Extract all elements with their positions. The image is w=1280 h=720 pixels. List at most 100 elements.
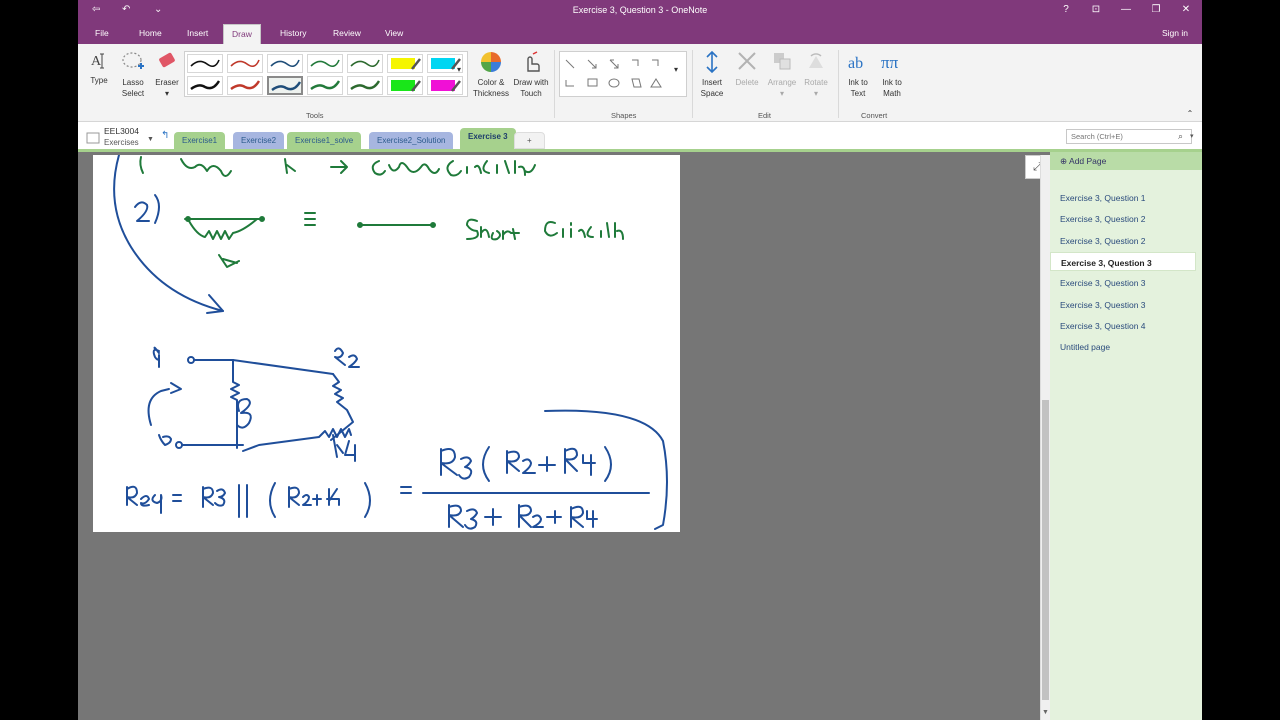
tab-review[interactable]: Review	[333, 28, 361, 38]
section-tab-exercise2-solution[interactable]: Exercise2_Solution	[369, 132, 454, 149]
elbow-arrow-shape-icon[interactable]	[652, 59, 659, 66]
page-list-pane: ⊕ Add Page Exercise 3, Question 1 Exerci…	[1050, 152, 1202, 720]
pen-stroke-icon	[391, 80, 421, 92]
color-palette-icon	[481, 52, 501, 72]
ribbon-display-options-button[interactable]: ⊡	[1086, 4, 1106, 15]
pen-swatch[interactable]	[267, 54, 303, 73]
tab-home[interactable]: Home	[139, 28, 162, 38]
rotate-icon	[809, 53, 823, 68]
page-item[interactable]: Exercise 3, Question 3	[1050, 273, 1196, 292]
page-item[interactable]: Untitled page	[1050, 337, 1196, 356]
add-page-button[interactable]: ⊕ Add Page	[1050, 152, 1202, 170]
ribbon-tab-row: File Home Insert Draw History Review Vie…	[78, 24, 1202, 44]
insert-space-button[interactable]: Insert Space	[696, 50, 728, 99]
pen-swatch[interactable]	[187, 76, 223, 95]
touch-hand-icon	[527, 51, 540, 72]
page-item[interactable]: Exercise 3, Question 2	[1050, 231, 1196, 250]
section-tab-exercise1[interactable]: Exercise1	[174, 132, 226, 149]
notebook-icon[interactable]	[86, 132, 100, 144]
help-button[interactable]: ?	[1056, 4, 1076, 15]
ink-line-open-circuit	[139, 156, 536, 177]
sign-in-link[interactable]: Sign in	[1162, 28, 1188, 38]
color-thickness-button[interactable]: Color & Thickness	[472, 50, 510, 99]
close-button[interactable]: ✕	[1176, 4, 1196, 15]
pen-swatch[interactable]	[227, 54, 263, 73]
pen-stroke-icon	[350, 59, 380, 68]
tab-insert[interactable]: Insert	[187, 28, 208, 38]
notebook-dropdown-icon[interactable]: ▼	[147, 136, 154, 143]
parallelogram-shape-icon[interactable]	[631, 78, 642, 88]
ink-label-2	[134, 194, 160, 224]
onenote-window: ⇦ ↶ ⌄ Exercise 3, Question 3 - OneNote ?…	[78, 0, 1202, 720]
pen-swatch[interactable]	[347, 76, 383, 95]
search-input[interactable]	[1066, 129, 1192, 144]
rectangle-shape-icon[interactable]	[587, 78, 598, 87]
elbow-shape-icon[interactable]	[632, 59, 639, 66]
tab-history[interactable]: History	[280, 28, 306, 38]
pen-swatch[interactable]	[387, 76, 423, 95]
line-shape-icon[interactable]	[565, 59, 575, 69]
ink-to-math-button[interactable]: ππ Ink to Math	[876, 50, 908, 99]
delete-button[interactable]: Delete	[730, 50, 764, 88]
ellipse-shape-icon[interactable]	[608, 78, 620, 88]
arrange-button[interactable]: Arrange ▾	[764, 50, 800, 99]
pen-swatch[interactable]	[387, 54, 423, 73]
pen-swatch[interactable]	[307, 54, 343, 73]
pen-swatch[interactable]	[187, 54, 223, 73]
type-tool-button[interactable]: A Type	[86, 50, 112, 86]
notebook-name[interactable]: EEL3004	[104, 126, 139, 136]
pen-stroke-icon	[190, 59, 220, 68]
note-page[interactable]	[93, 154, 680, 532]
pen-swatch[interactable]	[347, 54, 383, 73]
ink-circuit-diagram	[147, 346, 360, 462]
navigate-back-icon[interactable]: ↰	[161, 130, 169, 141]
edit-group-label: Edit	[758, 111, 771, 120]
arrange-icon	[774, 53, 791, 70]
arrow-shape-icon[interactable]	[587, 59, 597, 69]
tab-draw[interactable]: Draw	[223, 24, 261, 44]
section-tab-exercise2[interactable]: Exercise2	[233, 132, 285, 149]
ink-req-equation	[126, 409, 668, 530]
eraser-dropdown-icon: ▾	[164, 89, 169, 98]
type-cursor-icon: A	[91, 53, 104, 69]
add-section-button[interactable]: +	[514, 132, 545, 149]
tab-file[interactable]: File	[95, 28, 109, 38]
search-icon[interactable]: ⌕	[1178, 131, 1183, 142]
axis-shape-icon[interactable]	[565, 80, 574, 87]
shapes-group-label: Shapes	[611, 111, 637, 120]
ink-drawing[interactable]	[93, 154, 680, 532]
scroll-down-icon[interactable]: ▼	[1042, 709, 1049, 716]
ink-to-text-button[interactable]: ab Ink to Text	[842, 50, 874, 99]
tools-group-label: Tools	[306, 111, 324, 120]
collapse-ribbon-icon[interactable]: ⌃	[1184, 108, 1196, 119]
search-scope-dropdown-icon[interactable]: ▾	[1190, 132, 1194, 140]
pen-swatch[interactable]	[307, 76, 343, 95]
page-item-selected[interactable]: Exercise 3, Question 3	[1050, 252, 1196, 271]
insert-space-icon	[706, 50, 718, 74]
vertical-scrollbar[interactable]: ▼	[1040, 155, 1050, 720]
section-tab-exercise1-solve[interactable]: Exercise1_solve	[287, 132, 362, 149]
page-item[interactable]: Exercise 3, Question 4	[1050, 316, 1196, 335]
draw-with-touch-button[interactable]: Draw with Touch	[511, 50, 551, 99]
page-item[interactable]: Exercise 3, Question 3	[1050, 295, 1196, 314]
page-item[interactable]: Exercise 3, Question 1	[1050, 188, 1196, 207]
tab-view[interactable]: View	[385, 28, 403, 38]
eraser-button[interactable]: Eraser ▾	[154, 50, 180, 99]
section-tab-exercise-3[interactable]: Exercise 3	[460, 128, 516, 152]
double-arrow-shape-icon[interactable]	[609, 59, 619, 69]
pen-gallery-more-icon[interactable]: ▾	[453, 64, 465, 75]
rotate-button[interactable]: Rotate ▾	[800, 50, 832, 99]
triangle-shape-icon[interactable]	[650, 78, 662, 88]
lasso-select-button[interactable]: Lasso Select	[118, 50, 148, 99]
page-item[interactable]: Exercise 3, Question 2	[1050, 209, 1196, 228]
svg-text:ππ: ππ	[881, 53, 899, 72]
title-bar: ⇦ ↶ ⌄ Exercise 3, Question 3 - OneNote ?…	[78, 0, 1202, 24]
minimize-button[interactable]: —	[1116, 4, 1136, 15]
pen-swatch[interactable]	[427, 76, 463, 95]
pen-swatch[interactable]	[267, 76, 303, 95]
restore-button[interactable]: ❐	[1146, 4, 1166, 15]
section-group-name[interactable]: Exercises	[104, 138, 139, 147]
scrollbar-thumb[interactable]	[1042, 400, 1049, 700]
shapes-more-icon[interactable]: ▾	[670, 64, 682, 75]
pen-swatch[interactable]	[227, 76, 263, 95]
